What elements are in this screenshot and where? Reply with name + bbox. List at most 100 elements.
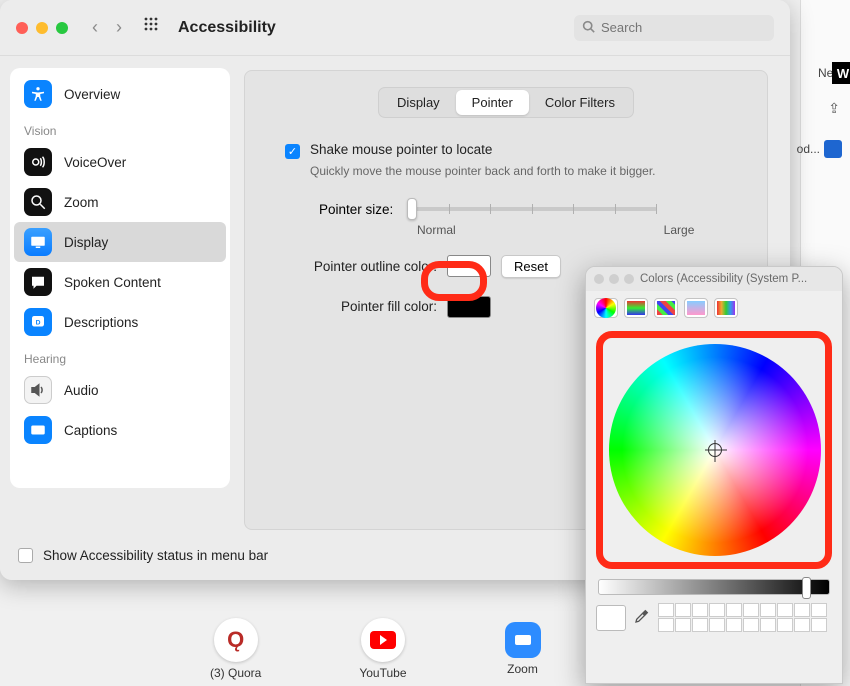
pointer-fill-color-well[interactable] — [447, 296, 491, 318]
dock-label: YouTube — [359, 666, 406, 680]
pointer-outline-label: Pointer outline color: — [287, 259, 437, 274]
dock-icons: Ǫ (3) Quora YouTube Zoom — [210, 618, 541, 680]
sidebar-label: Zoom — [64, 195, 99, 210]
picker-mode-pencils[interactable] — [714, 298, 738, 318]
dock-item-zoom[interactable]: Zoom — [505, 622, 541, 676]
sidebar-label: VoiceOver — [64, 155, 126, 170]
color-wheel-cursor[interactable] — [708, 443, 722, 457]
picker-mode-toolbar — [586, 291, 842, 325]
zoom-app-icon — [505, 622, 541, 658]
shake-pointer-checkbox[interactable]: ✓ — [285, 144, 300, 159]
pointer-outline-color-well[interactable] — [447, 255, 491, 277]
tab-display[interactable]: Display — [381, 90, 456, 115]
saved-swatches-grid[interactable] — [658, 603, 827, 632]
eyedropper-button[interactable] — [634, 608, 650, 628]
dock-item-youtube[interactable]: YouTube — [359, 618, 406, 680]
pointer-size-row: Pointer size: Normal Large — [319, 202, 747, 237]
sidebar-item-audio[interactable]: Audio — [14, 370, 226, 410]
tab-bar: Display Pointer Color Filters — [265, 87, 747, 118]
search-input[interactable] — [601, 20, 777, 35]
window-toolbar: ‹ › Accessibility — [0, 0, 790, 56]
sidebar-item-overview[interactable]: Overview — [14, 74, 226, 114]
search-field-wrap[interactable] — [574, 15, 774, 41]
picker-mode-image[interactable] — [684, 298, 708, 318]
forward-button[interactable]: › — [116, 17, 122, 38]
spoken-content-icon — [24, 268, 52, 296]
sidebar-label: Descriptions — [64, 315, 138, 330]
picker-close-button[interactable] — [594, 274, 604, 284]
sidebar-label: Display — [64, 235, 108, 250]
picker-swatch-row — [596, 603, 832, 632]
pointer-fill-label: Pointer fill color: — [287, 299, 437, 314]
current-color-swatch[interactable] — [596, 605, 626, 631]
section-hearing: Hearing — [10, 342, 230, 370]
window-traffic-lights — [16, 22, 68, 34]
descriptions-icon: D — [24, 308, 52, 336]
shake-pointer-description: Quickly move the mouse pointer back and … — [310, 163, 670, 180]
bookmark-truncated[interactable]: od... — [797, 142, 820, 156]
menubar-status-checkbox[interactable] — [18, 548, 33, 563]
picker-mode-palettes[interactable] — [654, 298, 678, 318]
colors-picker-window: Colors (Accessibility (System P... — [585, 266, 843, 684]
sidebar-label: Spoken Content — [64, 275, 161, 290]
picker-titlebar[interactable]: Colors (Accessibility (System P... — [586, 267, 842, 291]
dock-item-quora[interactable]: Ǫ (3) Quora — [210, 618, 261, 680]
back-button[interactable]: ‹ — [92, 17, 98, 38]
sliders-icon — [627, 301, 645, 315]
sidebar-label: Captions — [64, 423, 117, 438]
svg-text:D: D — [36, 319, 41, 326]
wikipedia-icon[interactable]: W — [832, 62, 850, 84]
pointer-size-label: Pointer size: — [319, 202, 393, 217]
share-icon[interactable]: ⇪ — [828, 100, 840, 117]
reset-button[interactable]: Reset — [501, 255, 561, 278]
sidebar-item-descriptions[interactable]: D Descriptions — [14, 302, 226, 342]
sidebar-item-captions[interactable]: Captions — [14, 410, 226, 450]
show-all-prefs-button[interactable] — [144, 17, 160, 38]
pointer-size-slider[interactable] — [407, 207, 657, 211]
sidebar-item-zoom[interactable]: Zoom — [14, 182, 226, 222]
sidebar-item-spoken-content[interactable]: Spoken Content — [14, 262, 226, 302]
zoom-window-button[interactable] — [56, 22, 68, 34]
picker-minimize-button[interactable] — [609, 274, 619, 284]
close-window-button[interactable] — [16, 22, 28, 34]
youtube-icon — [370, 631, 396, 649]
slider-thumb[interactable] — [407, 198, 417, 220]
search-icon — [582, 20, 595, 36]
annotation-highlight-color-wheel — [596, 331, 832, 569]
sidebar-item-voiceover[interactable]: VoiceOver — [14, 142, 226, 182]
sidebar-label: Overview — [64, 87, 120, 102]
shake-pointer-row: ✓ Shake mouse pointer to locate — [285, 142, 747, 159]
brightness-thumb[interactable] — [802, 577, 811, 599]
voiceover-icon — [24, 148, 52, 176]
section-vision: Vision — [10, 114, 230, 142]
picker-window-title: Colors (Accessibility (System P... — [640, 273, 807, 285]
dock-label: Zoom — [507, 662, 538, 676]
picker-mode-wheel[interactable] — [594, 298, 618, 318]
minimize-window-button[interactable] — [36, 22, 48, 34]
dock-label: (3) Quora — [210, 666, 261, 680]
toolbar-nav: ‹ › — [92, 17, 122, 38]
picker-zoom-button[interactable] — [624, 274, 634, 284]
display-icon — [24, 228, 52, 256]
color-wheel-icon — [596, 298, 616, 318]
tab-pointer[interactable]: Pointer — [456, 90, 529, 115]
sidebar-item-display[interactable]: Display — [14, 222, 226, 262]
quora-icon: Ǫ — [227, 627, 244, 653]
sidebar-label: Audio — [64, 383, 99, 398]
image-palette-icon — [687, 301, 705, 315]
tab-color-filters[interactable]: Color Filters — [529, 90, 631, 115]
zoom-icon — [24, 188, 52, 216]
shake-pointer-label: Shake mouse pointer to locate — [310, 142, 492, 157]
pencils-icon — [717, 301, 735, 315]
brightness-slider[interactable] — [598, 579, 830, 595]
bookmark-icon[interactable] — [824, 140, 842, 158]
accessibility-icon — [24, 80, 52, 108]
window-title: Accessibility — [178, 19, 276, 37]
color-wheel[interactable] — [609, 344, 821, 556]
sidebar: Overview Vision VoiceOver Zoom — [0, 56, 240, 530]
picker-mode-sliders[interactable] — [624, 298, 648, 318]
slider-max-label: Large — [664, 223, 695, 237]
audio-icon — [24, 376, 52, 404]
palette-icon — [657, 301, 675, 315]
captions-icon — [24, 416, 52, 444]
